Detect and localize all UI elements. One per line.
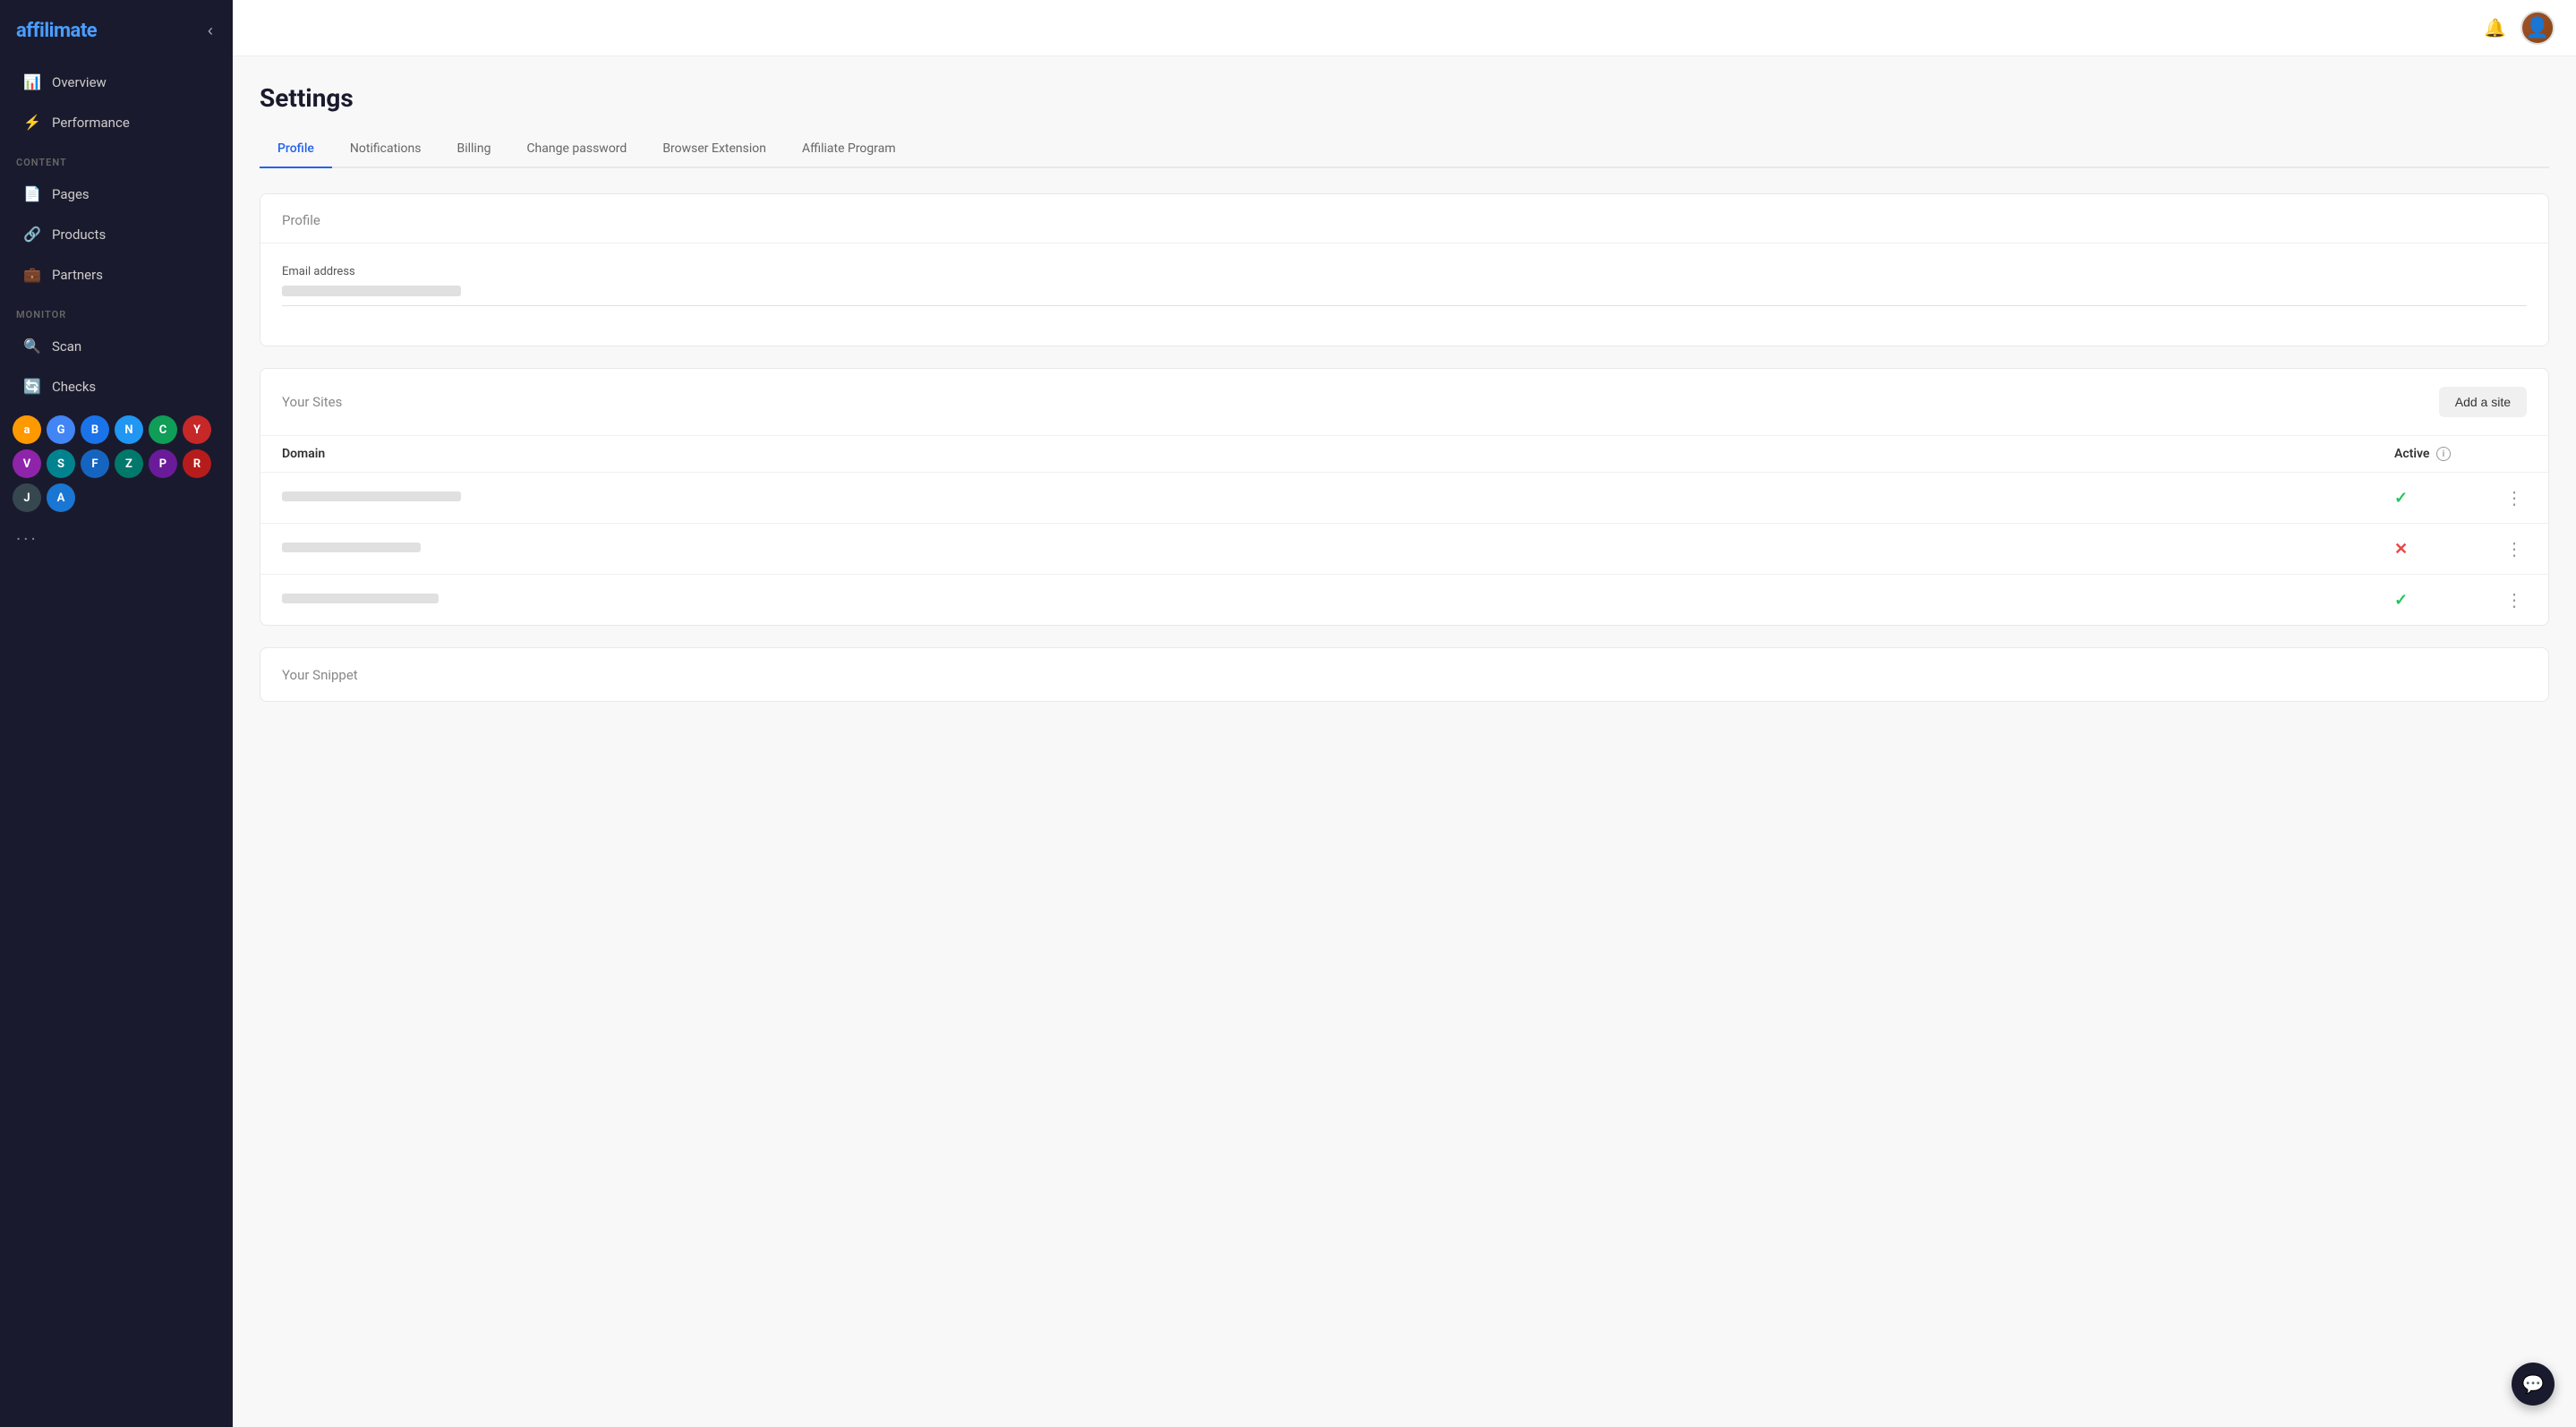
tab-notifications[interactable]: Notifications	[332, 131, 439, 168]
snippet-section: Your Snippet	[260, 648, 2548, 701]
domain-cell	[260, 575, 2373, 626]
settings-tabs: Profile Notifications Billing Change pas…	[260, 131, 2549, 168]
row-menu-button[interactable]: ⋮	[2502, 534, 2527, 563]
row-menu-button[interactable]: ⋮	[2502, 483, 2527, 512]
snippet-title: Your Snippet	[282, 667, 358, 683]
domain-placeholder	[282, 594, 439, 603]
partners-icon: 💼	[23, 266, 41, 283]
partner-icon-r-partner[interactable]: R	[183, 449, 211, 478]
email-input-placeholder	[282, 286, 461, 296]
partner-icon-c-partner[interactable]: C	[149, 415, 177, 444]
active-cell: ✓	[2373, 575, 2480, 626]
row-menu-button[interactable]: ⋮	[2502, 585, 2527, 614]
sidebar-item-checks[interactable]: 🔄 Checks	[7, 368, 226, 405]
sidebar-item-label: Performance	[52, 115, 130, 131]
partner-icon-s2-partner[interactable]: S	[47, 449, 75, 478]
partner-icon-amazon[interactable]: a	[13, 415, 41, 444]
sidebar-item-partners[interactable]: 💼 Partners	[7, 256, 226, 293]
sidebar-item-products[interactable]: 🔗 Products	[7, 216, 226, 252]
sidebar-item-pages[interactable]: 📄 Pages	[7, 175, 226, 212]
profile-card-body: Email address	[260, 244, 2548, 346]
sites-table: Domain Active i ✓	[260, 435, 2548, 625]
active-info-icon[interactable]: i	[2436, 447, 2451, 461]
sidebar: affilimate ‹ 📊 Overview ⚡ Performance CO…	[0, 0, 233, 1427]
performance-icon: ⚡	[23, 114, 41, 131]
domain-cell	[260, 524, 2373, 575]
topbar: 🔔 👤	[233, 0, 2576, 56]
active-column-header: Active i	[2373, 436, 2480, 473]
table-row: ✓ ⋮	[260, 473, 2548, 524]
main-area: 🔔 👤 Settings Profile Notifications Billi…	[233, 0, 2576, 1427]
sidebar-item-label: Pages	[52, 186, 90, 202]
tab-billing[interactable]: Billing	[439, 131, 509, 168]
partner-icons: aGBNCY VSFZPR JA	[0, 406, 233, 521]
sidebar-item-label: Overview	[52, 74, 107, 90]
tab-affiliate-program[interactable]: Affiliate Program	[784, 131, 914, 168]
chat-icon: 💬	[2522, 1373, 2545, 1395]
domain-column-header: Domain	[260, 436, 2373, 473]
monitor-section-label: MONITOR	[0, 295, 233, 326]
active-cell: ✓	[2373, 473, 2480, 524]
sidebar-header: affilimate ‹	[0, 0, 233, 62]
more-button[interactable]: ···	[0, 521, 233, 557]
tab-profile[interactable]: Profile	[260, 131, 332, 168]
sites-title: Your Sites	[282, 394, 342, 410]
x-icon: ✕	[2394, 540, 2408, 559]
partner-icon-google[interactable]: G	[47, 415, 75, 444]
sidebar-item-label: Products	[52, 226, 106, 243]
check-icon: ✓	[2394, 489, 2408, 508]
partner-icon-b-partner[interactable]: B	[81, 415, 109, 444]
snippet-card: Your Snippet	[260, 647, 2549, 702]
logo: affilimate	[16, 20, 97, 42]
add-site-button[interactable]: Add a site	[2439, 387, 2527, 417]
pages-icon: 📄	[23, 185, 41, 202]
sites-card: Your Sites Add a site Domain Active i	[260, 368, 2549, 626]
sidebar-item-performance[interactable]: ⚡ Performance	[7, 104, 226, 141]
sidebar-item-label: Checks	[52, 379, 96, 395]
tab-browser-extension[interactable]: Browser Extension	[644, 131, 784, 168]
collapse-button[interactable]: ‹	[204, 18, 217, 44]
avatar[interactable]: 👤	[2521, 11, 2555, 45]
profile-card: Profile Email address	[260, 193, 2549, 346]
email-label: Email address	[282, 265, 2527, 278]
tab-change-password[interactable]: Change password	[508, 131, 644, 168]
notification-bell-icon[interactable]: 🔔	[2484, 17, 2506, 38]
domain-cell	[260, 473, 2373, 524]
partner-icon-a2-partner[interactable]: A	[47, 483, 75, 512]
active-cell: ✕	[2373, 524, 2480, 575]
table-row: ✕ ⋮	[260, 524, 2548, 575]
partner-icon-z-partner[interactable]: Z	[115, 449, 143, 478]
content-area: Settings Profile Notifications Billing C…	[233, 56, 2576, 1427]
table-row: ✓ ⋮	[260, 575, 2548, 626]
email-form-group: Email address	[282, 265, 2527, 306]
overview-icon: 📊	[23, 73, 41, 90]
partner-icon-p-partner[interactable]: P	[149, 449, 177, 478]
domain-placeholder	[282, 491, 461, 501]
chat-button[interactable]: 💬	[2512, 1363, 2555, 1406]
partner-icon-y-partner[interactable]: Y	[183, 415, 211, 444]
scan-icon: 🔍	[23, 338, 41, 355]
profile-section-title: Profile	[260, 194, 2548, 244]
domain-placeholder	[282, 543, 421, 552]
checks-icon: 🔄	[23, 378, 41, 395]
sites-header: Your Sites Add a site	[260, 369, 2548, 435]
partner-icon-v-partner[interactable]: V	[13, 449, 41, 478]
check-icon: ✓	[2394, 591, 2408, 610]
products-icon: 🔗	[23, 226, 41, 243]
partner-icon-n-partner[interactable]: N	[115, 415, 143, 444]
sidebar-item-label: Scan	[52, 338, 81, 355]
content-section-label: CONTENT	[0, 142, 233, 174]
partner-icon-f-partner[interactable]: F	[81, 449, 109, 478]
sidebar-item-overview[interactable]: 📊 Overview	[7, 64, 226, 100]
actions-cell: ⋮	[2480, 524, 2548, 575]
actions-cell: ⋮	[2480, 575, 2548, 626]
page-title: Settings	[260, 83, 2549, 113]
partner-icon-j-partner[interactable]: J	[13, 483, 41, 512]
actions-column-header	[2480, 436, 2548, 473]
sidebar-item-scan[interactable]: 🔍 Scan	[7, 328, 226, 364]
sidebar-item-label: Partners	[52, 267, 103, 283]
actions-cell: ⋮	[2480, 473, 2548, 524]
